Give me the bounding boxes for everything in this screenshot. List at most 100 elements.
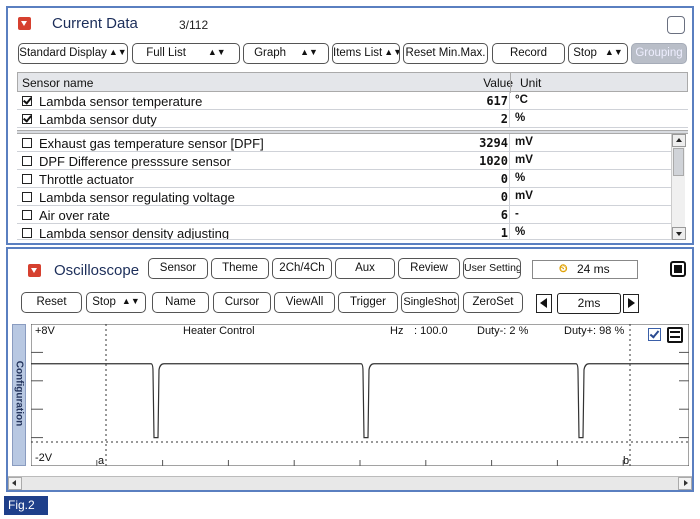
table-row[interactable]: Lambda sensor regulating voltage 0 mV — [17, 188, 671, 206]
scrollbar-thumb[interactable] — [673, 148, 684, 176]
sensor-value: 617 — [486, 94, 508, 108]
current-data-titlebar: Current Data 3/112 — [8, 8, 692, 38]
hz-value: : 100.0 — [414, 325, 448, 337]
oscilloscope-panel: Oscilloscope Sensor Theme 2Ch/4Ch Aux Re… — [6, 247, 694, 492]
table-row[interactable]: Air over rate 6 - — [17, 206, 671, 224]
table-row[interactable]: Exhaust gas temperature sensor [DPF] 329… — [17, 134, 671, 152]
hz-label: Hz — [390, 325, 404, 337]
name-button[interactable]: Name — [152, 292, 209, 313]
time-div-increase-icon[interactable] — [623, 294, 639, 313]
y-max-label: +8V — [35, 325, 55, 337]
sensor-value: 3294 — [479, 136, 508, 150]
user-setting-button[interactable]: User Setting — [463, 258, 521, 279]
row-checkbox[interactable] — [22, 156, 32, 166]
row-checkbox[interactable] — [22, 228, 32, 238]
panel-title: Oscilloscope — [54, 262, 140, 279]
standard-display-select[interactable]: Standard Display ▲▼ — [18, 43, 128, 64]
table-row[interactable]: DPF Difference presssure sensor 1020 mV — [17, 152, 671, 170]
channel-visible-checkbox[interactable] — [648, 328, 661, 341]
stop-select[interactable]: Stop ▲▼ — [86, 292, 146, 313]
sensor-unit: mV — [515, 136, 533, 148]
sensor-name: Exhaust gas temperature sensor [DPF] — [39, 136, 264, 151]
split-view-icon[interactable] — [667, 327, 683, 343]
collapse-icon[interactable] — [28, 264, 41, 277]
scroll-left-icon[interactable] — [8, 477, 22, 490]
viewall-button[interactable]: ViewAll — [274, 292, 335, 313]
sensor-name: DPF Difference presssure sensor — [39, 154, 231, 169]
cursor-button[interactable]: Cursor — [213, 292, 271, 313]
theme-button[interactable]: Theme — [211, 258, 269, 279]
row-checkbox[interactable] — [22, 210, 32, 220]
cursor-a-label: a — [98, 455, 105, 467]
column-header-name[interactable]: Sensor name — [22, 76, 93, 90]
zeroset-button[interactable]: ZeroSet — [463, 292, 523, 313]
scope-plot[interactable]: +8V Heater Control Hz : 100.0 Duty-: 2 %… — [30, 323, 690, 467]
sensor-name: Lambda sensor density adjusting — [39, 226, 230, 240]
items-list-select[interactable]: Items List▲▼ — [332, 43, 400, 64]
scope-scrollbar[interactable] — [8, 476, 692, 490]
column-divider — [509, 188, 510, 206]
column-header-unit[interactable]: Unit — [520, 76, 541, 90]
full-list-select[interactable]: Full List ▲▼ — [132, 43, 240, 64]
sensor-button[interactable]: Sensor — [148, 258, 208, 279]
sensor-name: Lambda sensor duty — [39, 112, 157, 127]
row-checkbox[interactable] — [22, 114, 32, 124]
current-data-panel: Current Data 3/112 Standard Display ▲▼ Fu… — [6, 6, 694, 245]
sensor-unit: % — [515, 172, 526, 184]
sensor-value: 1020 — [479, 154, 508, 168]
review-button[interactable]: Review — [398, 258, 460, 279]
cursor-b-label: b — [623, 455, 630, 467]
table-row[interactable]: Lambda sensor density adjusting 1 % — [17, 224, 671, 240]
reset-button[interactable]: Reset — [21, 292, 82, 313]
table-scrollbar[interactable] — [671, 134, 686, 240]
sensor-unit: mV — [515, 154, 533, 166]
panel-title: Current Data — [52, 15, 138, 32]
trigger-button[interactable]: Trigger — [338, 292, 398, 313]
channels-button[interactable]: 2Ch/4Ch — [272, 258, 332, 279]
row-checkbox[interactable] — [22, 192, 32, 202]
graph-select[interactable]: Graph ▲▼ — [243, 43, 329, 64]
column-divider — [509, 224, 510, 239]
plot-frame — [30, 323, 690, 467]
row-checkbox[interactable] — [22, 138, 32, 148]
table-header: Sensor name Value Unit — [17, 72, 688, 93]
sensor-name: Lambda sensor temperature — [39, 94, 203, 109]
column-divider — [509, 170, 510, 188]
sensor-name: Lambda sensor regulating voltage — [39, 190, 235, 205]
configuration-tab[interactable]: Configuration — [12, 324, 26, 466]
sensor-value: 2 — [500, 112, 508, 126]
sensor-name: Air over rate — [39, 208, 110, 223]
table-row-pinned[interactable]: Lambda sensor temperature 617 °C — [17, 92, 688, 110]
singleshot-button[interactable]: SingleShot — [401, 292, 459, 313]
record-button[interactable]: Record — [492, 43, 565, 64]
scroll-up-icon[interactable] — [672, 134, 686, 147]
stop-icon[interactable] — [670, 261, 686, 277]
sensor-value: 6 — [500, 208, 508, 222]
clock-icon: ⏲ — [559, 263, 568, 275]
grouping-button[interactable]: Grouping — [631, 43, 687, 64]
scroll-down-icon[interactable] — [672, 227, 686, 240]
scroll-right-icon[interactable] — [678, 477, 692, 490]
item-counter: 3/112 — [179, 18, 209, 32]
time-display: ⏲ 24 ms — [532, 260, 638, 279]
row-checkbox[interactable] — [22, 174, 32, 184]
column-divider — [509, 206, 510, 224]
column-divider — [509, 92, 510, 110]
column-header-value[interactable]: Value — [483, 76, 513, 90]
table-row[interactable]: Throttle actuator 0 % — [17, 170, 671, 188]
time-div-decrease-icon[interactable] — [536, 294, 552, 313]
table-row-pinned[interactable]: Lambda sensor duty 2 % — [17, 110, 688, 128]
duty-minus-value: Duty-: 2 % — [477, 325, 529, 337]
collapse-icon[interactable] — [18, 17, 31, 30]
configuration-label: Configuration — [13, 360, 25, 427]
aux-button[interactable]: Aux — [335, 258, 395, 279]
row-checkbox[interactable] — [22, 96, 32, 106]
waveform-svg — [30, 323, 690, 467]
column-divider — [510, 73, 511, 93]
maximize-icon[interactable] — [667, 16, 685, 34]
sensor-unit: °C — [515, 94, 528, 106]
column-divider — [509, 152, 510, 170]
stop-select[interactable]: Stop ▲▼ — [568, 43, 628, 64]
reset-minmax-button[interactable]: Reset Min.Max. — [403, 43, 488, 64]
sensor-unit: - — [515, 208, 519, 220]
